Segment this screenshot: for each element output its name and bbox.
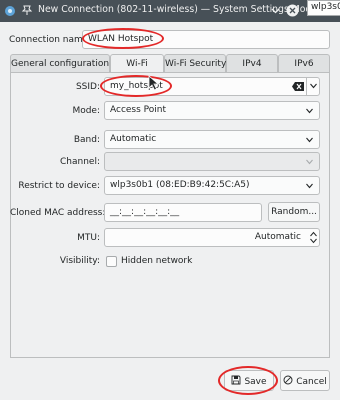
clear-text-icon[interactable] xyxy=(292,82,304,91)
tab-wifi-security[interactable]: Wi-Fi Security xyxy=(164,54,226,73)
band-label: Band: xyxy=(73,135,100,145)
channel-select[interactable] xyxy=(104,152,320,171)
ssid-dropdown-button[interactable] xyxy=(306,77,320,96)
title-bar: New Connection (802-11-wireless) — Syste… xyxy=(0,0,340,22)
spinbox-arrows-icon[interactable] xyxy=(310,231,317,244)
cancel-button[interactable]: Cancel xyxy=(280,370,330,391)
close-icon[interactable] xyxy=(285,3,300,18)
cancel-icon xyxy=(283,375,293,385)
tab-ipv4[interactable]: IPv4 xyxy=(226,54,278,73)
mouse-cursor-icon xyxy=(148,75,159,91)
settings-app-icon xyxy=(5,6,15,16)
save-button[interactable]: Save xyxy=(224,370,274,391)
random-mac-button[interactable]: Random... xyxy=(268,202,320,222)
chevron-down-icon xyxy=(306,183,313,189)
mode-value: Access Point xyxy=(110,105,167,115)
mtu-value: Automatic xyxy=(254,232,301,242)
hidden-network-label: Hidden network xyxy=(121,256,193,266)
chevron-down-icon xyxy=(306,137,313,143)
channel-label: Channel: xyxy=(60,157,100,167)
tab-ipv6[interactable]: IPv6 xyxy=(278,54,330,73)
restrict-device-select[interactable]: wlp3s0b1 (08:ED:B9:42:5C:A5) xyxy=(104,176,320,195)
mtu-label: MTU: xyxy=(77,233,100,243)
chevron-down-icon xyxy=(306,108,313,114)
mode-label: Mode: xyxy=(72,106,100,116)
cloned-mac-input[interactable]: __:__:__:__:__:__ xyxy=(104,203,262,222)
ssid-input[interactable]: my_hotspot xyxy=(104,77,320,96)
hidden-network-checkbox[interactable] xyxy=(106,256,117,267)
mode-select[interactable]: Access Point xyxy=(104,101,320,120)
restrict-device-label: Restrict to device: xyxy=(18,181,100,191)
chevron-down-icon xyxy=(310,83,317,89)
chevron-down-icon xyxy=(306,159,313,165)
tab-wifi[interactable]: Wi-Fi xyxy=(110,54,164,74)
mtu-spinbox[interactable]: Automatic xyxy=(104,228,320,247)
connection-name-input[interactable]: WLAN Hotspot xyxy=(82,30,330,49)
restrict-device-value: wlp3s0b1 (08:ED:B9:42:5C:A5) xyxy=(110,180,250,190)
tab-general-configuration[interactable]: General configuration xyxy=(10,54,110,73)
connection-name-label: Connection name: xyxy=(9,35,92,45)
cloned-mac-label: Cloned MAC address: xyxy=(10,208,106,218)
minimize-icon[interactable] xyxy=(268,3,283,18)
band-value: Automatic xyxy=(110,134,157,144)
band-select[interactable]: Automatic xyxy=(104,130,320,149)
save-label: Save xyxy=(244,377,267,387)
visibility-label: Visibility: xyxy=(59,256,100,266)
tab-bar: General configuration Wi-Fi Wi-Fi Securi… xyxy=(10,54,330,74)
pin-icon[interactable] xyxy=(21,4,33,16)
device-tooltip: wlp3s0 xyxy=(307,0,340,16)
save-icon xyxy=(232,375,241,385)
ssid-label: SSID: xyxy=(75,82,100,92)
cancel-label: Cancel xyxy=(296,377,327,387)
